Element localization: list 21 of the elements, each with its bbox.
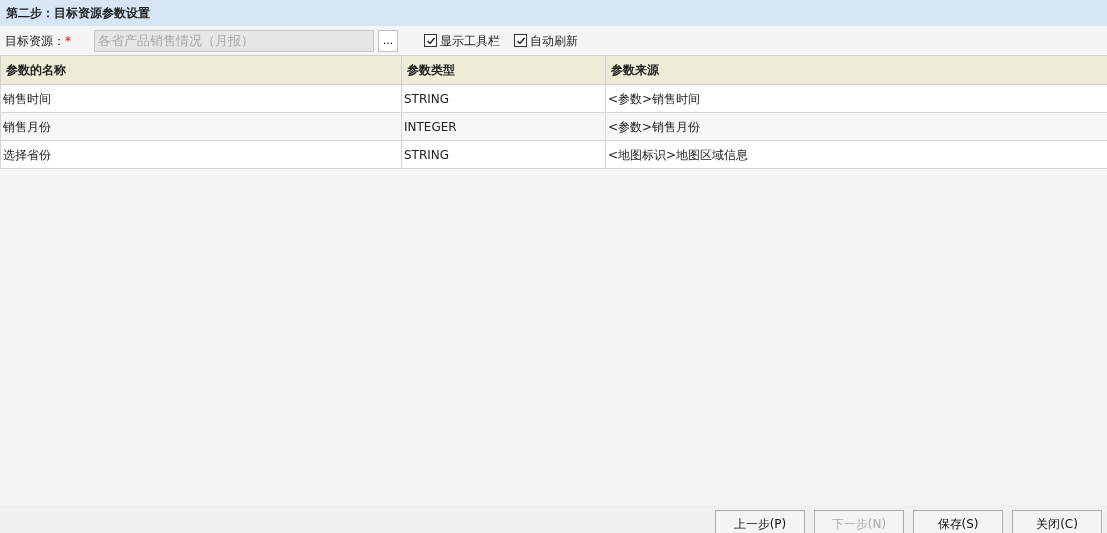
table-cell: 销售月份 [0,112,402,141]
table-cell: 销售时间 [0,84,402,113]
table-cell: <参数>销售时间 [605,84,1107,113]
field-label: 目标资源：* [5,32,72,50]
table-cell: STRING [401,84,606,113]
section-title: 第二步：目标资源参数设置 [0,0,1107,26]
footer-button[interactable]: 关闭(C) [1012,510,1102,533]
table-cell: STRING [401,140,606,169]
footer-button[interactable]: 上一步(P) [715,510,805,533]
table-cell: <参数>销售月份 [605,112,1107,141]
table-cell: <地图标识>地图区域信息 [605,140,1107,169]
column-header: 参数类型 [401,55,606,85]
column-header: 参数来源 [605,55,1107,85]
column-header: 参数的名称 [0,55,402,85]
table-cell: INTEGER [401,112,606,141]
checkbox-label: 显示工具栏 [440,32,500,50]
checkbox-label: 自动刷新 [530,32,578,50]
checkbox[interactable] [514,34,527,47]
footer-button[interactable]: 保存(S) [913,510,1003,533]
table-cell: 选择省份 [0,140,402,169]
checkbox[interactable] [424,34,437,47]
